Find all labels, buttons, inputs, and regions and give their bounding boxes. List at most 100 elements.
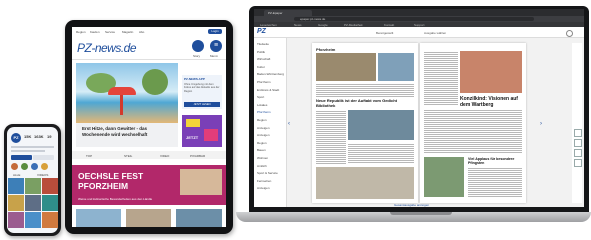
section-item[interactable]: Pforzheim <box>257 109 285 117</box>
ad-banner[interactable]: JETZT <box>182 115 222 147</box>
section-item[interactable]: Fernsehen <box>257 178 285 186</box>
app-promo-title: PZ-NEWS.APP <box>184 77 205 81</box>
header-divider <box>72 59 226 60</box>
address-bar[interactable] <box>294 17 534 21</box>
section-item[interactable]: Sport & Service <box>257 170 285 178</box>
prev-page-arrow[interactable]: ‹ <box>288 121 290 127</box>
section-item[interactable]: Titelseite <box>257 41 285 49</box>
text-column <box>424 51 458 105</box>
smartphone: PZ 15K 163K 19 ALLE VIDEOS <box>4 124 61 236</box>
search-icon[interactable] <box>566 30 573 37</box>
section-item[interactable]: Wohnen <box>257 155 285 163</box>
section-item[interactable]: Lokales <box>257 102 285 110</box>
browser-tab-title: PZ-Epaper <box>268 11 283 15</box>
phone-stat-1: 15K <box>24 134 32 139</box>
zoom-in-icon[interactable] <box>574 129 582 137</box>
post-thumbnail[interactable] <box>8 212 24 228</box>
highlight-story[interactable] <box>31 163 38 170</box>
post-thumbnail[interactable] <box>25 212 41 228</box>
phone-screen: PZ 15K 163K 19 ALLE VIDEOS <box>7 127 58 233</box>
section-item[interactable]: Bauen <box>257 147 285 155</box>
menu-label: Menü <box>210 54 218 58</box>
nav-kaufen[interactable]: Kaufen <box>90 30 100 34</box>
tab-top[interactable]: TOP <box>86 154 92 158</box>
article-thumbnail[interactable] <box>76 209 121 227</box>
section-item[interactable]: Baden-Württemberg <box>257 71 285 79</box>
text-column <box>424 109 522 153</box>
highlight-story[interactable] <box>21 163 28 170</box>
nav-magazin[interactable]: Magazin <box>122 30 133 34</box>
tab-video[interactable]: VIDEO <box>160 154 169 158</box>
page-header: Pforzheim <box>316 47 336 52</box>
laptop-notch <box>390 212 452 215</box>
newspaper-page-right[interactable]: Konzilkind: Visionen auf dem Wartberg Vi… <box>420 43 526 203</box>
menu-icon[interactable]: ≡ <box>210 40 222 52</box>
page-photo <box>424 157 464 197</box>
section-item[interactable]: Anzeigen <box>257 132 285 140</box>
section-list: Titelseite Politik Wirtschaft Kultur Baden-W… <box>257 41 285 193</box>
highlight-story[interactable] <box>41 163 48 170</box>
post-thumbnail[interactable] <box>42 178 58 194</box>
site-logo[interactable]: PZ-news.de <box>77 41 137 55</box>
tab-steil[interactable]: STEIL <box>124 154 132 158</box>
login-button[interactable]: Login <box>208 29 222 34</box>
highlight-story[interactable] <box>11 163 18 170</box>
section-item[interactable]: Enzkreis & Stadt <box>257 87 285 95</box>
page-photo <box>348 110 414 140</box>
article-headline: Viel Applaus für besondere Pfingsten <box>468 157 515 166</box>
newspaper-page-left[interactable]: Pforzheim Neue Republik ist der Auftakt … <box>312 43 418 203</box>
section-item[interactable]: Amtlich <box>257 163 285 171</box>
app-promo-link[interactable]: JETZT LESEN <box>184 102 220 107</box>
nav-region[interactable]: Region <box>76 30 86 34</box>
section-item[interactable]: Region <box>257 117 285 125</box>
footer-link[interactable]: Gesamtausgabe anzeigen <box>394 203 429 207</box>
download-icon[interactable] <box>574 159 582 167</box>
story-icon[interactable] <box>192 40 204 52</box>
nav-service[interactable]: Service <box>105 30 115 34</box>
post-thumbnail[interactable] <box>42 212 58 228</box>
text-column <box>316 110 346 164</box>
post-thumbnail[interactable] <box>8 178 24 194</box>
story-label: Story <box>193 54 201 58</box>
article-headline: Konzilkind: Visionen auf dem Wartberg <box>460 96 518 108</box>
section-item[interactable]: Wirtschaft <box>257 56 285 64</box>
post-thumbnail[interactable] <box>42 195 58 211</box>
section-item[interactable]: Kultur <box>257 64 285 72</box>
issue-select[interactable]: Ausgabe wählen <box>424 31 446 35</box>
tablet-screen: Region Kaufen Service Magazin Abo Login … <box>72 27 226 227</box>
article-thumbnail[interactable] <box>126 209 171 227</box>
festival-banner[interactable]: OECHSLE FEST PFORZHEIM Weine und kulinar… <box>72 165 226 205</box>
section-item[interactable]: Region <box>257 140 285 148</box>
epaper-logo[interactable]: PZ <box>257 28 266 35</box>
address-url: epaper.pz-news.de <box>300 17 326 21</box>
article-thumbnail[interactable] <box>176 209 222 227</box>
post-thumbnail[interactable] <box>25 195 41 211</box>
message-button[interactable] <box>33 155 54 160</box>
section-item[interactable]: Pforzheim <box>257 79 285 87</box>
hero-image[interactable] <box>76 63 178 123</box>
fullscreen-icon[interactable] <box>574 149 582 157</box>
section-item[interactable]: Anzeigen <box>257 125 285 133</box>
section-item[interactable]: Sport <box>257 94 285 102</box>
section-item[interactable]: Anzeigen <box>257 185 285 193</box>
next-page-arrow[interactable]: › <box>540 121 542 127</box>
post-thumbnail[interactable] <box>25 178 41 194</box>
phone-tab-all[interactable]: ALLE <box>13 173 20 177</box>
banner-title: OECHSLE FEST PFORZHEIM <box>78 171 144 191</box>
tool-column <box>572 43 582 203</box>
laptop-screen: PZ-Epaper epaper.pz-news.de Lesezeichen … <box>254 9 584 207</box>
follow-button[interactable] <box>11 155 32 160</box>
tab-pixarbar[interactable]: PIXARBAR <box>190 154 205 158</box>
article-headline: Neue Republik ist der Auftakt vom Gedich… <box>316 98 397 108</box>
phone-tab-videos[interactable]: VIDEOS <box>37 173 48 177</box>
hero-headline[interactable]: Erst Hitze, dann Gewitter - das Wochenen… <box>82 126 174 138</box>
section-item[interactable]: Politik <box>257 49 285 57</box>
issue-date[interactable]: Bereitgestellt <box>376 31 393 35</box>
page-photo <box>378 53 414 81</box>
post-thumbnail[interactable] <box>8 195 24 211</box>
text-column <box>316 83 414 97</box>
phone-stat-3: 19 <box>47 134 52 139</box>
nav-abo[interactable]: Abo <box>139 30 144 34</box>
zoom-out-icon[interactable] <box>574 139 582 147</box>
ad-shape <box>204 129 218 141</box>
